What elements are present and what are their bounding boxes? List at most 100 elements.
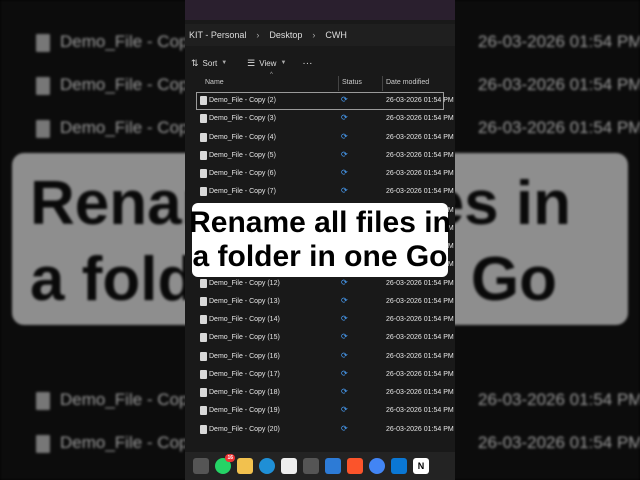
brave-icon[interactable] — [347, 458, 363, 474]
file-icon — [200, 333, 207, 343]
file-date: 26-03-2026 01:54 PM — [386, 133, 454, 141]
file-name: Demo_File - Copy (20) — [209, 425, 280, 433]
file-name: Demo_File - Copy (14) — [209, 316, 280, 323]
sync-icon: ⟳ — [341, 405, 348, 415]
file-icon — [200, 369, 207, 379]
file-icon — [200, 169, 207, 178]
sort-label: Sort — [202, 58, 218, 68]
column-header-name[interactable]: Name — [205, 79, 224, 86]
file-row[interactable]: Demo_File - Copy (3) ⟳ 26-03-2026 01:54 PM — [185, 110, 455, 128]
file-name: Demo_File - Copy (17) — [209, 370, 280, 378]
file-icon — [200, 296, 207, 306]
file-date: 26-03-2026 01:54 PM — [386, 425, 454, 433]
column-header-date[interactable]: Date modified — [386, 79, 429, 86]
sync-icon: ⟳ — [341, 350, 348, 360]
file-row[interactable]: Demo_File - Copy (19) ⟳ 26-03-2026 01:54 P… — [185, 402, 455, 420]
bg-file-date: 26-03-2026 01:54 PM — [478, 118, 640, 137]
vscode-alt-icon[interactable] — [325, 458, 341, 474]
file-row[interactable]: Demo_File - Copy (5) ⟳ 26-03-2026 01:54 PM — [185, 147, 455, 165]
column-divider[interactable] — [338, 76, 339, 91]
breadcrumb-item-cwh[interactable]: CWH — [321, 30, 351, 40]
file-icon — [36, 392, 50, 410]
chrome-icon[interactable] — [369, 458, 385, 474]
file-date: 26-03-2026 01:54 PM — [386, 297, 454, 305]
sync-icon: ⟳ — [341, 95, 348, 104]
sort-button[interactable]: ⇅ Sort ▼ — [185, 58, 233, 69]
file-date: 26-03-2026 01:54 PM — [386, 151, 454, 159]
file-icon — [200, 315, 207, 324]
caption-line1: Rename all files in — [189, 206, 451, 239]
file-row[interactable]: Demo_File - Copy (2) ⟳ 26-03-2026 01:54 PM — [196, 92, 454, 111]
file-date: 26-03-2026 01:54 PM — [386, 170, 454, 177]
bg-file-date: 26-03-2026 01:54 PM — [478, 75, 640, 94]
file-date: 26-03-2026 01:54 PM — [386, 407, 454, 415]
bg-file-date: 26-03-2026 01:54 PM — [478, 32, 640, 51]
breadcrumb-item-personal[interactable]: KIT - Personal — [185, 30, 250, 40]
file-icon — [200, 406, 207, 416]
file-row[interactable]: Demo_File - Copy (7) ⟳ 26-03-2026 01:54 PM — [185, 183, 455, 201]
file-icon — [200, 114, 207, 124]
file-icon — [200, 96, 207, 105]
file-row[interactable]: Demo_File - Copy (13) ⟳ 26-03-2026 01:54 P… — [185, 293, 455, 311]
edge-icon[interactable] — [259, 458, 275, 474]
title-strip — [185, 0, 455, 20]
view-button[interactable]: ☰ View ▼ — [241, 58, 292, 69]
file-name: Demo_File - Copy (12) — [209, 279, 280, 287]
chevron-right-icon: › — [312, 30, 316, 40]
file-date: 26-03-2026 01:54 PM — [386, 279, 454, 287]
file-name: Demo_File - Copy (5) — [209, 151, 276, 159]
file-row[interactable]: Demo_File - Copy (17) ⟳ 26-03-2026 01:54 P… — [185, 366, 455, 384]
file-row[interactable]: Demo_File - Copy (14) ⟳ 26-03-2026 01:54 P… — [185, 311, 455, 329]
sort-icon: ⇅ — [191, 57, 199, 68]
file-date: 26-03-2026 01:54 PM — [386, 97, 454, 104]
chevron-right-icon: › — [256, 30, 260, 40]
file-row[interactable]: Demo_File - Copy (20) ⟳ 26-03-2026 01:54 P… — [185, 421, 455, 439]
file-name: Demo_File - Copy (3) — [209, 115, 276, 123]
whatsapp-icon[interactable]: 16 — [215, 454, 235, 474]
task-view-icon[interactable] — [193, 458, 209, 474]
file-icon — [200, 424, 207, 434]
file-icon — [200, 278, 207, 288]
settings-icon[interactable] — [303, 458, 319, 474]
file-row[interactable]: Demo_File - Copy (12) ⟳ 26-03-2026 01:54 P… — [185, 275, 455, 293]
file-icon — [200, 388, 207, 397]
sort-up-icon: ^ — [270, 72, 273, 78]
store-icon[interactable] — [281, 458, 297, 474]
file-icon — [36, 435, 50, 453]
file-name: Demo_File - Copy (16) — [209, 352, 280, 360]
notification-badge: 16 — [225, 454, 235, 462]
file-icon — [200, 351, 207, 361]
view-icon: ☰ — [247, 57, 256, 68]
vscode-icon[interactable] — [391, 458, 407, 474]
file-row[interactable]: Demo_File - Copy (6) ⟳ 26-03-2026 01:54 PM — [185, 165, 455, 183]
column-headers: Name ^ Status Date modified — [185, 72, 455, 91]
sync-icon: ⟳ — [341, 113, 348, 123]
file-icon — [200, 132, 207, 142]
file-row[interactable]: Demo_File - Copy (16) ⟳ 26-03-2026 01:54 P… — [185, 348, 455, 366]
file-name: Demo_File - Copy (6) — [209, 170, 276, 177]
sync-icon: ⟳ — [341, 387, 348, 396]
file-name: Demo_File - Copy (13) — [209, 297, 280, 305]
breadcrumb-item-desktop[interactable]: Desktop — [265, 30, 306, 40]
taskbar: 16 N — [185, 452, 455, 480]
file-row[interactable]: Demo_File - Copy (15) ⟳ 26-03-2026 01:54 P… — [185, 329, 455, 347]
file-row[interactable]: Demo_File - Copy (18) ⟳ 26-03-2026 01:54 P… — [185, 384, 455, 402]
view-label: View — [259, 58, 277, 68]
chevron-down-icon: ▼ — [280, 60, 287, 66]
file-date: 26-03-2026 01:54 PM — [386, 316, 454, 323]
sync-icon: ⟳ — [341, 186, 348, 196]
file-icon — [200, 187, 207, 197]
column-divider[interactable] — [382, 76, 383, 91]
file-name: Demo_File - Copy (19) — [209, 407, 280, 415]
file-date: 26-03-2026 01:54 PM — [386, 188, 454, 196]
file-name: Demo_File - Copy (7) — [209, 188, 276, 196]
file-name: Demo_File - Copy (2) — [209, 97, 276, 104]
file-explorer-icon[interactable] — [237, 458, 253, 474]
column-header-status[interactable]: Status — [342, 79, 362, 86]
more-options-button[interactable]: ··· — [296, 58, 318, 69]
file-row[interactable]: Demo_File - Copy (4) ⟳ 26-03-2026 01:54 PM — [185, 129, 455, 147]
caption-line2: a folder in one Go — [192, 240, 448, 273]
notion-icon[interactable]: N — [413, 458, 429, 474]
file-date: 26-03-2026 01:54 PM — [386, 115, 454, 123]
command-bar: ⇅ Sort ▼ ☰ View ▼ ··· — [185, 52, 455, 74]
